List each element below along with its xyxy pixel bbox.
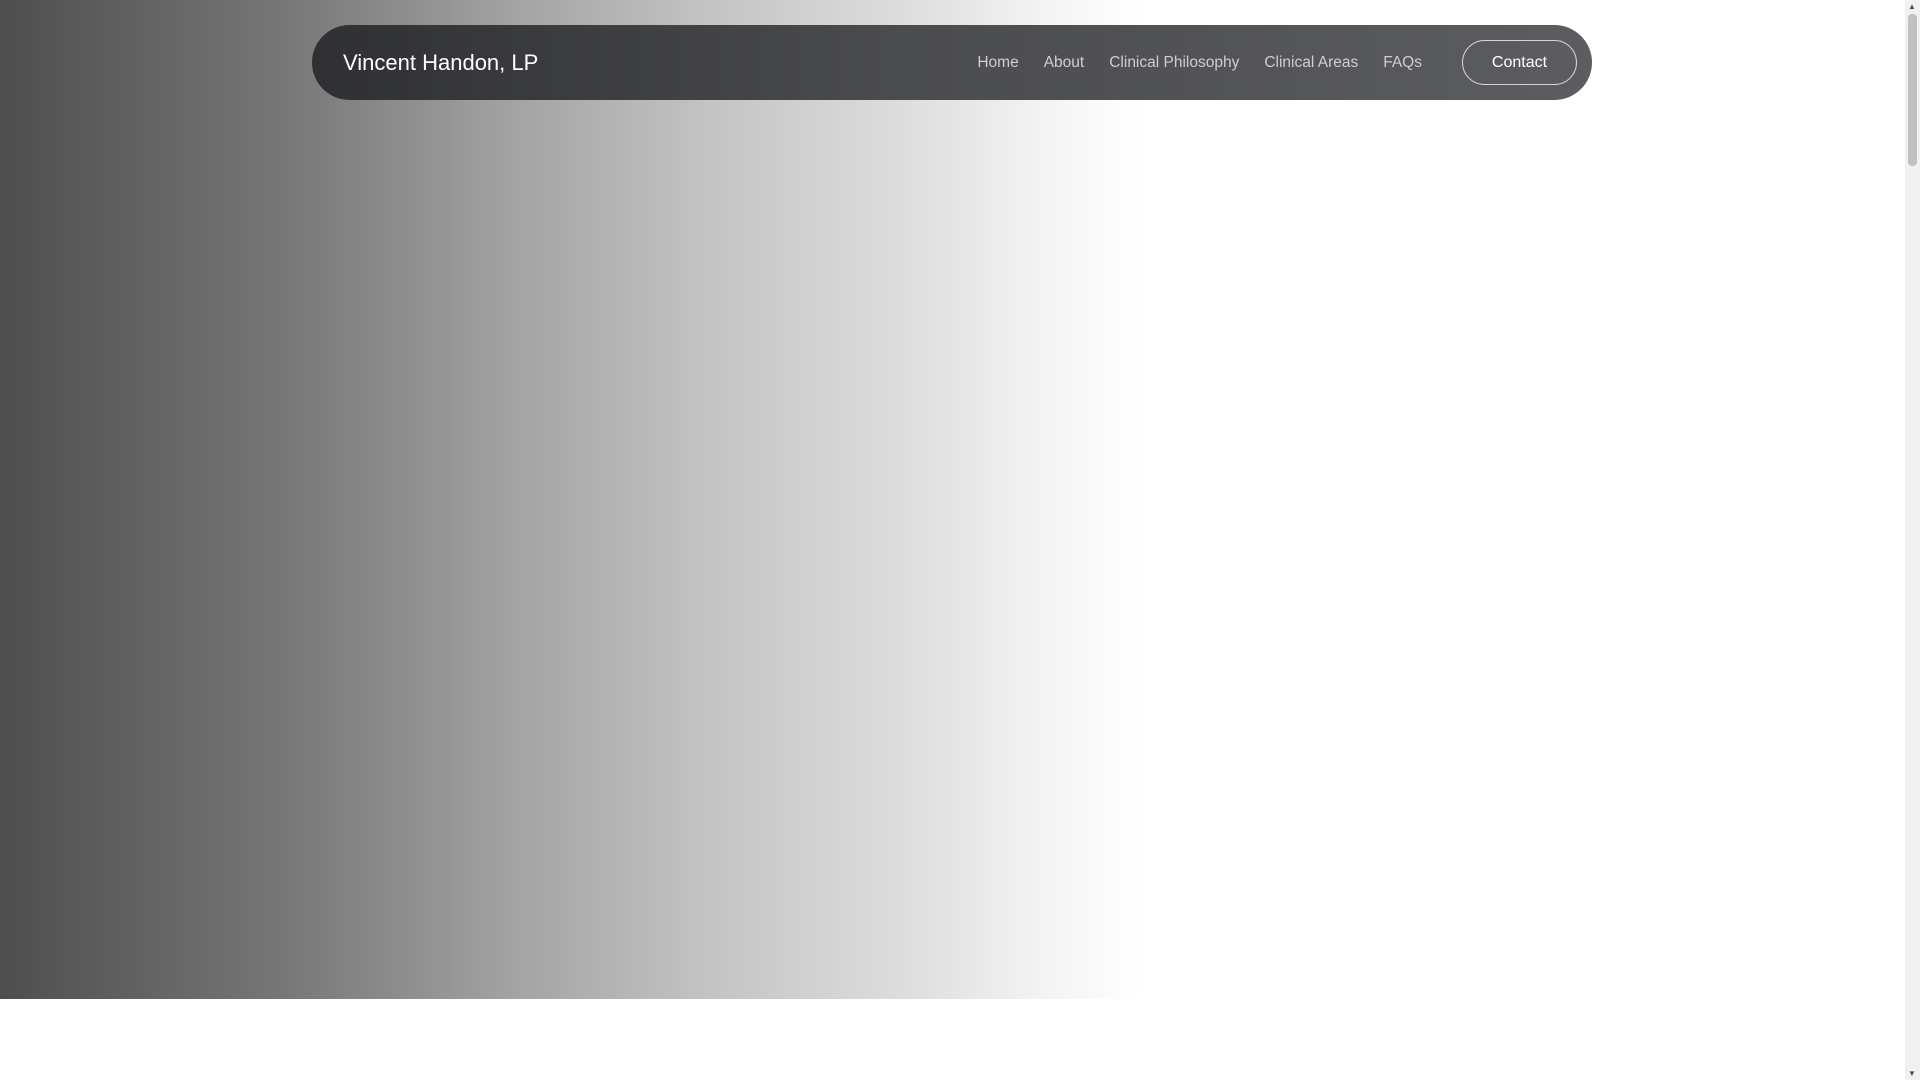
navbar: Vincent Handon, LP Home About Clinical P…: [312, 25, 1592, 100]
scroll-up-icon[interactable]: ▲: [1908, 2, 1916, 11]
nav-home[interactable]: Home: [977, 54, 1018, 72]
scrollbar-thumb[interactable]: [1908, 14, 1917, 166]
scroll-down-icon[interactable]: ▼: [1908, 1069, 1916, 1078]
nav-about[interactable]: About: [1044, 54, 1085, 72]
nav-links: Home About Clinical Philosophy Clinical …: [952, 54, 1422, 72]
site-brand[interactable]: Vincent Handon, LP: [343, 50, 952, 76]
nav-clinical-philosophy[interactable]: Clinical Philosophy: [1109, 54, 1239, 72]
scrollbar[interactable]: ▲ ▼: [1905, 0, 1920, 1080]
hero-section: [0, 0, 1905, 999]
nav-faqs[interactable]: FAQs: [1383, 54, 1422, 72]
nav-clinical-areas[interactable]: Clinical Areas: [1264, 54, 1358, 72]
contact-button[interactable]: Contact: [1462, 40, 1577, 85]
